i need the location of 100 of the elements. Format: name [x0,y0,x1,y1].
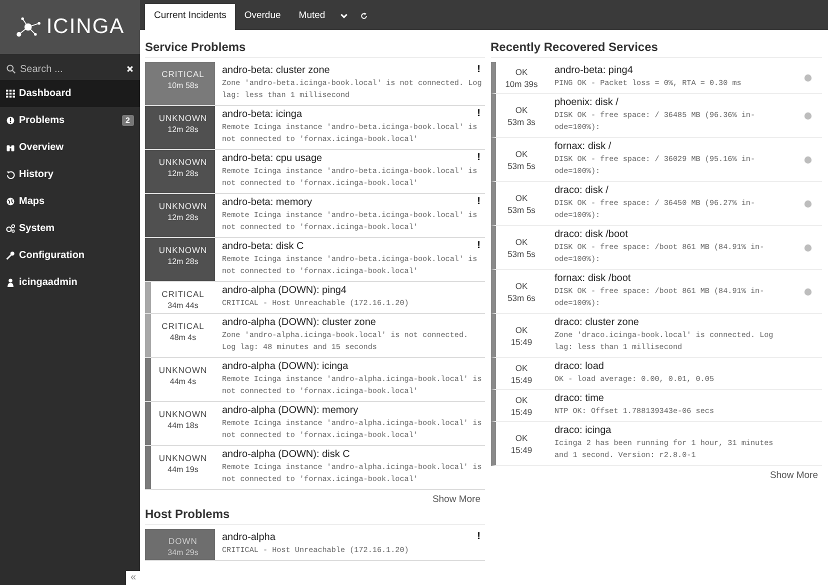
flag-icon: ! [477,531,480,545]
service-name[interactable]: draco: icinga [554,424,612,438]
service-name[interactable]: andro-alpha (DOWN): ping4 [222,284,346,298]
state-duration: 34m 29s [168,548,198,557]
nav-item[interactable]: Overview [0,134,140,161]
show-more-link[interactable]: Show More [770,470,818,481]
flag-icon: ! [477,240,480,254]
state-label: UNKNOWN [158,201,208,211]
nav-icon [6,170,15,179]
caret-icon[interactable] [340,12,348,20]
flag-icon: ! [477,64,480,78]
state-label: OK [515,192,528,202]
state-duration: 10m 39s [505,78,538,88]
count-badge: 2 [122,115,134,126]
nav-icon [6,251,15,260]
state-duration: 53m 6s [508,292,536,302]
state-duration: 53m 5s [508,160,536,170]
nav-icon [6,89,15,98]
state-duration: 15:49 [510,374,532,384]
state-label: CRITICAL [162,289,204,299]
state-label: UNKNOWN [158,453,208,463]
nav-icon [6,224,15,233]
service-name[interactable]: fornax: disk / [554,140,612,154]
state-label: UNKNOWN [158,365,208,375]
state-duration: 53m 5s [508,204,536,214]
service-name[interactable]: andro-alpha (DOWN): cluster zone [222,316,376,330]
host-name[interactable]: andro-alpha [222,531,276,545]
service-name[interactable]: andro-beta: ping4 [554,64,633,78]
section-heading: Service Problems [145,40,484,58]
state-duration: 15:49 [510,406,532,416]
search-icon [6,64,16,74]
service-name[interactable]: andro-beta: icinga [222,108,302,122]
service-name[interactable]: draco: disk /boot [554,228,628,242]
state-duration: 12m 28s [168,125,198,134]
nav-item[interactable]: icingaadmin [0,269,140,296]
state-label: OK [515,148,528,158]
service-name[interactable]: draco: disk / [554,184,608,198]
state-label: UNKNOWN [158,113,208,123]
state-duration: 44m 4s [170,377,196,386]
service-name[interactable]: andro-beta: disk C [222,240,304,254]
logo-text: ICINGA [46,15,125,39]
nav-item[interactable]: History [0,161,140,188]
service-name[interactable]: andro-beta: cluster zone [222,64,330,78]
tab[interactable]: Muted [290,4,334,30]
flag-icon: ! [477,196,480,210]
state-duration: 15:49 [510,444,532,454]
state-label: OK [515,280,528,290]
state-label: UNKNOWN [158,157,208,167]
section-heading: Recently Recovered Services [490,40,822,58]
state-duration: 12m 28s [168,257,198,266]
state-duration: 34m 44s [168,301,198,310]
tab[interactable]: Current Incidents [145,4,236,30]
state-duration: 48m 4s [170,333,196,342]
service-name[interactable]: andro-beta: cpu usage [222,152,322,166]
service-name[interactable]: phoenix: disk / [554,96,618,110]
nav-item[interactable]: System [0,215,140,242]
state-label: UNKNOWN [158,245,208,255]
nav-item[interactable]: Dashboard [0,80,140,107]
state-duration: 12m 28s [168,213,198,222]
state-duration: 53m 5s [508,248,536,258]
state-duration: 10m 58s [168,81,198,90]
service-name[interactable]: draco: cluster zone [554,316,639,330]
state-label: OK [515,362,528,372]
nav-icon [6,197,15,206]
service-name[interactable]: andro-alpha (DOWN): disk C [222,448,350,462]
nav-icon [6,116,15,125]
collapse-button[interactable]: « [126,571,140,585]
nav-item[interactable]: Maps [0,188,140,215]
nav-item[interactable]: Configuration [0,242,140,269]
search-field[interactable]: Search ... [20,64,122,74]
tab[interactable]: Overdue [235,4,290,30]
state-duration: 12m 28s [168,169,198,178]
show-more-link[interactable]: Show More [432,494,480,505]
service-name[interactable]: andro-beta: memory [222,196,312,210]
state-label: CRITICAL [162,321,204,331]
close-icon[interactable] [126,65,134,73]
state-duration: 44m 19s [168,465,198,474]
state-duration: 44m 18s [168,421,198,430]
nav-icon [6,278,15,287]
flag-icon: ! [477,152,480,166]
state-label: OK [515,394,528,404]
nav-icon [6,143,15,152]
logo-icon [15,16,44,38]
state-label: OK [515,432,528,442]
state-duration: 53m 3s [508,116,536,126]
state-label: OK [515,66,528,76]
service-name[interactable]: fornax: disk /boot [554,272,631,286]
state-label: OK [515,236,528,246]
service-name[interactable]: andro-alpha (DOWN): icinga [222,360,348,374]
state-label: DOWN [168,536,198,546]
state-label: OK [515,104,528,114]
state-label: CRITICAL [162,69,204,79]
refresh-icon[interactable] [360,12,368,20]
service-name[interactable]: draco: time [554,392,604,406]
state-label: UNKNOWN [158,409,208,419]
service-name[interactable]: draco: load [554,360,604,374]
state-duration: 15:49 [510,336,532,346]
nav-item[interactable]: Problems 2 [0,107,140,134]
flag-icon: ! [477,108,480,122]
service-name[interactable]: andro-alpha (DOWN): memory [222,404,358,418]
